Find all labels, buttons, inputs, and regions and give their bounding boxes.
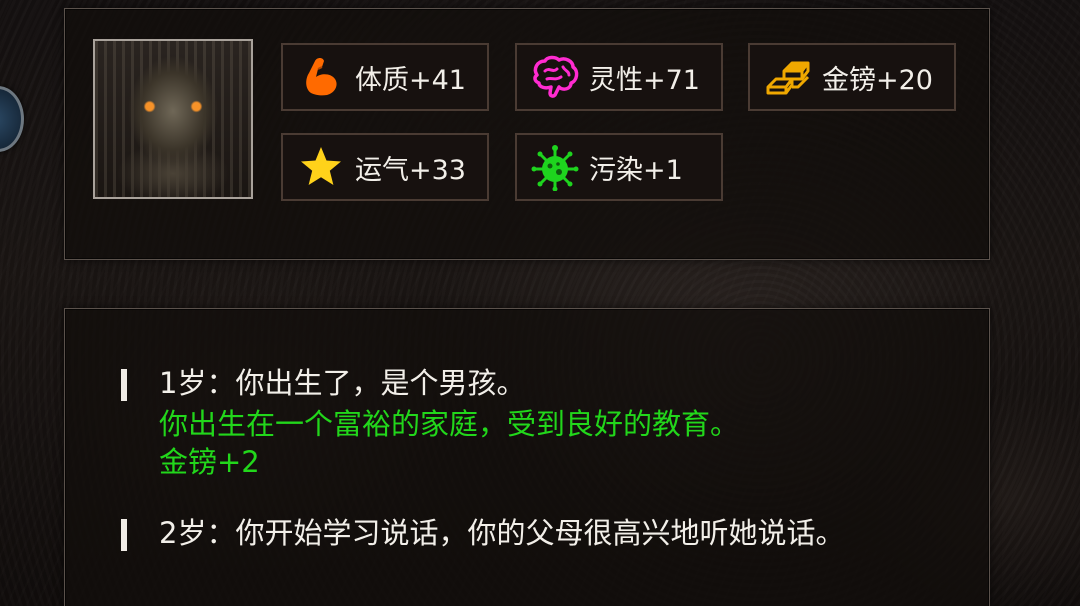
- log-entry-text: 2岁：你开始学习说话，你的父母很高兴地听她说话。: [159, 516, 845, 550]
- log-event-text: 金镑+2: [159, 445, 260, 479]
- life-log-panel: 1岁：你出生了，是个男孩。 你出生在一个富裕的家庭，受到良好的教育。 金镑+2 …: [64, 308, 990, 606]
- stat-gold-pounds-label: 金镑+20: [822, 64, 933, 96]
- stat-spirituality-label: 灵性+71: [589, 64, 700, 96]
- log-entry-marker: [121, 519, 127, 551]
- stat-spirituality: 灵性+71: [515, 43, 723, 111]
- stat-constitution-label: 体质+41: [355, 64, 466, 96]
- virus-icon: [529, 141, 581, 193]
- gold-bars-icon: [762, 51, 814, 103]
- log-entry: 1岁：你出生了，是个男孩。 你出生在一个富裕的家庭，受到良好的教育。 金镑+2: [121, 361, 941, 481]
- log-event-text: 你出生在一个富裕的家庭，受到良好的教育。: [159, 407, 740, 441]
- log-entry: 2岁：你开始学习说话，你的父母很高兴地听她说话。: [121, 511, 941, 555]
- stat-luck-label: 运气+33: [355, 154, 466, 186]
- stat-pollution-label: 污染+1: [589, 154, 683, 186]
- flexed-arm-icon: [295, 51, 347, 103]
- character-portrait: [93, 39, 253, 199]
- side-menu-button[interactable]: [0, 86, 24, 152]
- log-entry-text: 1岁：你出生了，是个男孩。: [159, 366, 526, 400]
- stat-gold-pounds: 金镑+20: [748, 43, 956, 111]
- brain-icon: [529, 51, 581, 103]
- stat-constitution: 体质+41: [281, 43, 489, 111]
- game-screen: 体质+41 灵性+71 金镑+20 运气+33 污染+1 1岁：你出生了，是个男…: [0, 0, 1080, 606]
- stat-pollution: 污染+1: [515, 133, 723, 201]
- stat-luck: 运气+33: [281, 133, 489, 201]
- attributes-panel: 体质+41 灵性+71 金镑+20 运气+33 污染+1: [64, 8, 990, 260]
- log-entry-marker: [121, 369, 127, 401]
- star-icon: [295, 141, 347, 193]
